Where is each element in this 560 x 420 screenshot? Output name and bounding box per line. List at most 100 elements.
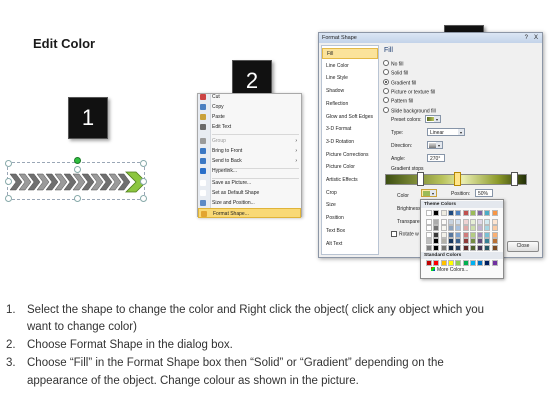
theme-color-swatch[interactable] [469,218,476,225]
theme-color-swatch[interactable] [447,231,454,238]
theme-color-swatch[interactable] [477,210,484,216]
nav-item[interactable]: Artistic Effects [322,175,378,186]
gradient-stop-1[interactable] [417,172,424,186]
theme-color-swatch[interactable] [455,238,462,244]
standard-color-swatch[interactable] [433,260,440,266]
theme-color-swatch[interactable] [462,238,469,244]
standard-color-swatch[interactable] [447,260,454,266]
theme-color-swatch[interactable] [426,225,432,231]
nav-item[interactable]: Line Style [322,73,378,84]
resize-handle-ml[interactable] [5,178,12,185]
theme-color-swatch[interactable] [469,231,476,238]
theme-color-swatch[interactable] [491,210,498,216]
fill-option-radio[interactable]: Pattern fill [383,97,413,105]
theme-color-swatch[interactable] [447,238,454,244]
standard-color-swatch[interactable] [484,260,491,266]
standard-color-swatch[interactable] [491,260,498,266]
position-input[interactable]: 50% [475,189,493,197]
theme-color-swatch[interactable] [440,218,447,225]
more-colors-link[interactable]: More Colors... [431,267,468,273]
close-icon[interactable]: X [534,33,538,43]
gradient-stop-3[interactable] [511,172,518,186]
theme-color-swatch[interactable] [484,225,491,231]
rotate-with-shape-checkbox[interactable]: Rotate w [391,231,419,237]
theme-color-swatch[interactable] [491,238,498,244]
theme-color-swatch[interactable] [491,225,498,231]
context-menu-item[interactable]: Cut [198,92,301,102]
context-menu-item[interactable]: Size and Position... [198,198,301,208]
standard-color-swatch[interactable] [469,260,476,266]
theme-color-swatch[interactable] [433,231,440,238]
theme-color-swatch[interactable] [433,225,440,231]
resize-handle-tr[interactable] [140,160,147,167]
theme-color-swatch[interactable] [484,218,491,225]
nav-item[interactable]: Shadow [322,86,378,97]
type-dropdown[interactable]: Linear ▾ [427,128,465,136]
theme-color-swatch[interactable] [484,231,491,238]
theme-color-swatch[interactable] [469,210,476,216]
context-menu-item[interactable]: Format Shape... [198,208,301,218]
theme-color-swatch[interactable] [455,225,462,231]
standard-color-swatch[interactable] [426,260,432,266]
theme-color-swatch[interactable] [469,244,476,251]
nav-item[interactable]: 3-D Rotation [322,137,378,148]
theme-color-swatch[interactable] [447,225,454,231]
theme-color-swatch[interactable] [484,244,491,251]
theme-color-swatch[interactable] [455,218,462,225]
context-menu-item[interactable]: Save as Picture... [198,178,301,188]
nav-item[interactable]: 3-D Format [322,124,378,135]
theme-color-swatch[interactable] [477,225,484,231]
resize-handle-br[interactable] [140,195,147,202]
resize-handle-tm[interactable] [74,166,81,173]
nav-item[interactable]: Picture Corrections [322,150,378,161]
nav-item[interactable]: Crop [322,188,378,199]
theme-color-swatch[interactable] [462,231,469,238]
context-menu-item[interactable]: Set as Default Shape [198,188,301,198]
theme-color-swatch[interactable] [447,244,454,251]
theme-color-swatch[interactable] [433,238,440,244]
resize-handle-mr[interactable] [140,178,147,185]
theme-color-swatch[interactable] [426,218,432,225]
context-menu-item[interactable]: Paste [198,112,301,122]
theme-color-swatch[interactable] [484,210,491,216]
theme-color-swatch[interactable] [447,210,454,216]
standard-color-swatch[interactable] [440,260,447,266]
theme-color-swatch[interactable] [455,210,462,216]
theme-color-swatch[interactable] [462,225,469,231]
theme-color-swatch[interactable] [433,210,440,216]
nav-item[interactable]: Glow and Soft Edges [322,112,378,123]
theme-color-swatch[interactable] [426,210,432,216]
resize-handle-bl[interactable] [5,195,12,202]
angle-input[interactable]: 270° [427,154,445,162]
theme-color-swatch[interactable] [440,244,447,251]
theme-color-swatch[interactable] [477,231,484,238]
rotation-handle[interactable] [74,157,81,164]
theme-color-swatch[interactable] [433,218,440,225]
fill-option-radio[interactable]: Slide background fill [383,106,436,114]
context-menu-item[interactable]: Hyperlink... [198,166,301,176]
nav-item[interactable]: Position [322,213,378,224]
nav-item[interactable]: Fill [322,48,378,59]
fill-option-radio[interactable]: No fill [383,60,404,67]
theme-color-swatch[interactable] [469,238,476,244]
resize-handle-tl[interactable] [5,160,12,167]
theme-color-swatch[interactable] [440,210,447,216]
gradient-stop-2-selected[interactable] [454,172,461,186]
theme-color-swatch[interactable] [462,218,469,225]
theme-color-swatch[interactable] [455,244,462,251]
close-button[interactable]: Close [507,241,539,252]
nav-item[interactable]: Text Box [322,226,378,237]
fill-option-radio[interactable]: Solid fill [383,69,408,77]
theme-color-swatch[interactable] [447,218,454,225]
theme-color-swatch[interactable] [477,244,484,251]
nav-item[interactable]: Picture Color [322,162,378,173]
context-menu-item[interactable]: Send to Back › [198,156,301,166]
theme-color-swatch[interactable] [469,225,476,231]
theme-color-swatch[interactable] [477,218,484,225]
context-menu-item[interactable]: Edit Text [198,122,301,132]
resize-handle-bm[interactable] [74,195,81,202]
theme-color-swatch[interactable] [462,244,469,251]
theme-color-swatch[interactable] [455,231,462,238]
theme-color-swatch[interactable] [426,238,432,244]
theme-color-swatch[interactable] [440,231,447,238]
